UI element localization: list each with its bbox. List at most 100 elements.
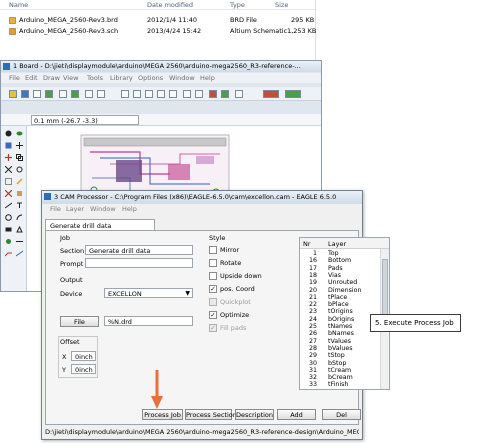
del-button[interactable]: Del xyxy=(322,409,361,420)
upside-down-checkbox[interactable] xyxy=(209,272,217,280)
ripup-icon[interactable] xyxy=(16,250,23,257)
pcb-quote-icon[interactable] xyxy=(285,90,301,98)
column-date-modified[interactable]: Date modified xyxy=(147,1,193,9)
file-row[interactable]: Arduino_MEGA_2560-Rev3.sch 2013/4/24 15:… xyxy=(0,27,316,36)
layer-row[interactable]: 22 bPlace xyxy=(300,301,379,308)
board-icon[interactable] xyxy=(71,90,79,98)
menu-view[interactable]: View xyxy=(63,74,78,82)
add-icon[interactable] xyxy=(16,190,23,197)
group-icon[interactable] xyxy=(5,178,12,185)
menu-tools[interactable]: Tools xyxy=(87,74,103,82)
via-icon[interactable] xyxy=(5,238,12,245)
layer-row[interactable]: 31 tCream xyxy=(300,367,379,374)
add-button[interactable]: Add xyxy=(277,409,316,420)
layer-row[interactable]: 25 tNames xyxy=(300,323,379,330)
mirror-checkbox[interactable] xyxy=(209,246,217,254)
layer-row[interactable]: 28 bValues xyxy=(300,345,379,352)
layer-row[interactable]: 1 Top xyxy=(300,250,379,257)
layer-row[interactable]: 33 tFinish xyxy=(300,381,379,388)
wire-icon[interactable] xyxy=(5,202,12,209)
prompt-input[interactable] xyxy=(85,258,193,268)
menu-edit[interactable]: Edit xyxy=(25,74,38,82)
layer-row[interactable]: 16 Bottom xyxy=(300,257,379,264)
redo-icon[interactable] xyxy=(195,90,203,98)
layer-row[interactable]: 19 Unrouted xyxy=(300,279,379,286)
menu-window[interactable]: Window xyxy=(90,205,116,213)
menu-library[interactable]: Library xyxy=(110,74,133,82)
device-select[interactable]: EXCELLON ▼ xyxy=(104,288,193,298)
display-icon[interactable] xyxy=(5,142,12,149)
signal-icon[interactable] xyxy=(16,238,23,245)
description-button[interactable]: Description xyxy=(235,409,274,420)
layer-row[interactable]: 29 tStop xyxy=(300,352,379,359)
delete-icon[interactable] xyxy=(5,190,12,197)
text-icon[interactable] xyxy=(16,202,23,209)
circle-icon[interactable] xyxy=(5,214,12,221)
layer-row[interactable]: 32 bCream xyxy=(300,374,379,381)
open-icon[interactable] xyxy=(9,90,17,98)
menu-help[interactable]: Help xyxy=(122,205,137,213)
menu-layer[interactable]: Layer xyxy=(66,205,84,213)
zoom-select-icon[interactable] xyxy=(169,90,177,98)
layer-row[interactable]: 27 tValues xyxy=(300,338,379,345)
menu-window[interactable]: Window xyxy=(169,74,195,82)
menu-draw[interactable]: Draw xyxy=(43,74,60,82)
section-input[interactable]: Generate drill data xyxy=(85,245,193,255)
change-icon[interactable] xyxy=(16,178,23,185)
arc-icon[interactable] xyxy=(16,214,23,221)
polygon-icon[interactable] xyxy=(16,226,23,233)
go-icon[interactable] xyxy=(221,90,229,98)
mark-icon[interactable] xyxy=(16,142,23,149)
undo-icon[interactable] xyxy=(183,90,191,98)
print-icon[interactable] xyxy=(33,90,41,98)
save-icon[interactable] xyxy=(21,90,29,98)
layer-row[interactable]: 26 bNames xyxy=(300,330,379,337)
run-ulp-icon[interactable] xyxy=(97,90,105,98)
stop-icon[interactable] xyxy=(209,90,217,98)
move-icon[interactable] xyxy=(5,154,12,161)
script-icon[interactable] xyxy=(85,90,93,98)
layer-row[interactable]: 20 Dimension xyxy=(300,287,379,294)
schematic-icon[interactable] xyxy=(59,90,67,98)
pos-coord-checkbox[interactable]: ✓ xyxy=(209,285,217,293)
file-row[interactable]: Arduino_MEGA_2560-Rev3.brd 2012/1/4 11:4… xyxy=(0,16,315,25)
process-section-button[interactable]: Process Section xyxy=(185,409,237,420)
menu-file[interactable]: File xyxy=(50,205,61,213)
help-icon[interactable] xyxy=(235,90,243,98)
zoom-in-icon[interactable] xyxy=(133,90,141,98)
design-link-icon[interactable] xyxy=(263,90,279,98)
rotate-checkbox[interactable] xyxy=(209,259,217,267)
optimize-checkbox[interactable]: ✓ xyxy=(209,311,217,319)
zoom-fit-icon[interactable] xyxy=(121,90,129,98)
menu-file[interactable]: File xyxy=(9,74,20,82)
column-layer[interactable]: Layer xyxy=(328,240,346,248)
menu-help[interactable]: Help xyxy=(200,74,215,82)
board-title-bar[interactable]: 1 Board - D:\jieti\displaymodule\arduino… xyxy=(1,61,321,72)
layer-row[interactable]: 17 Pads xyxy=(300,265,379,272)
route-icon[interactable] xyxy=(5,250,12,257)
info-icon[interactable] xyxy=(5,130,12,137)
offset-y-input[interactable]: 0inch xyxy=(71,364,96,374)
offset-x-input[interactable]: 0inch xyxy=(71,351,96,361)
layer-row[interactable]: 30 bStop xyxy=(300,360,379,367)
layer-row[interactable]: 24 bOrigins xyxy=(300,316,379,323)
copy-icon[interactable] xyxy=(16,154,23,161)
process-job-button[interactable]: Process Job xyxy=(142,409,183,420)
column-type[interactable]: Type xyxy=(230,1,245,9)
mirror-icon[interactable] xyxy=(5,166,12,173)
cam-title-bar[interactable]: 3 CAM Processor - C:\Program Files (x86)… xyxy=(42,191,362,204)
cam-icon[interactable] xyxy=(45,90,53,98)
menu-options[interactable]: Options xyxy=(138,74,163,82)
rect-icon[interactable] xyxy=(5,226,12,233)
rotate-icon[interactable] xyxy=(16,166,23,173)
zoom-out-icon[interactable] xyxy=(145,90,153,98)
layer-row[interactable]: 23 tOrigins xyxy=(300,308,379,315)
layer-row[interactable]: 21 tPlace xyxy=(300,294,379,301)
file-input[interactable]: %N.drd xyxy=(104,316,193,326)
column-nr[interactable]: Nr xyxy=(303,240,311,248)
column-name[interactable]: Name xyxy=(9,1,28,9)
file-button[interactable]: File xyxy=(60,316,99,327)
zoom-redraw-icon[interactable] xyxy=(157,90,165,98)
layer-row[interactable]: 18 Vias xyxy=(300,272,379,279)
column-size[interactable]: Size xyxy=(275,1,288,9)
